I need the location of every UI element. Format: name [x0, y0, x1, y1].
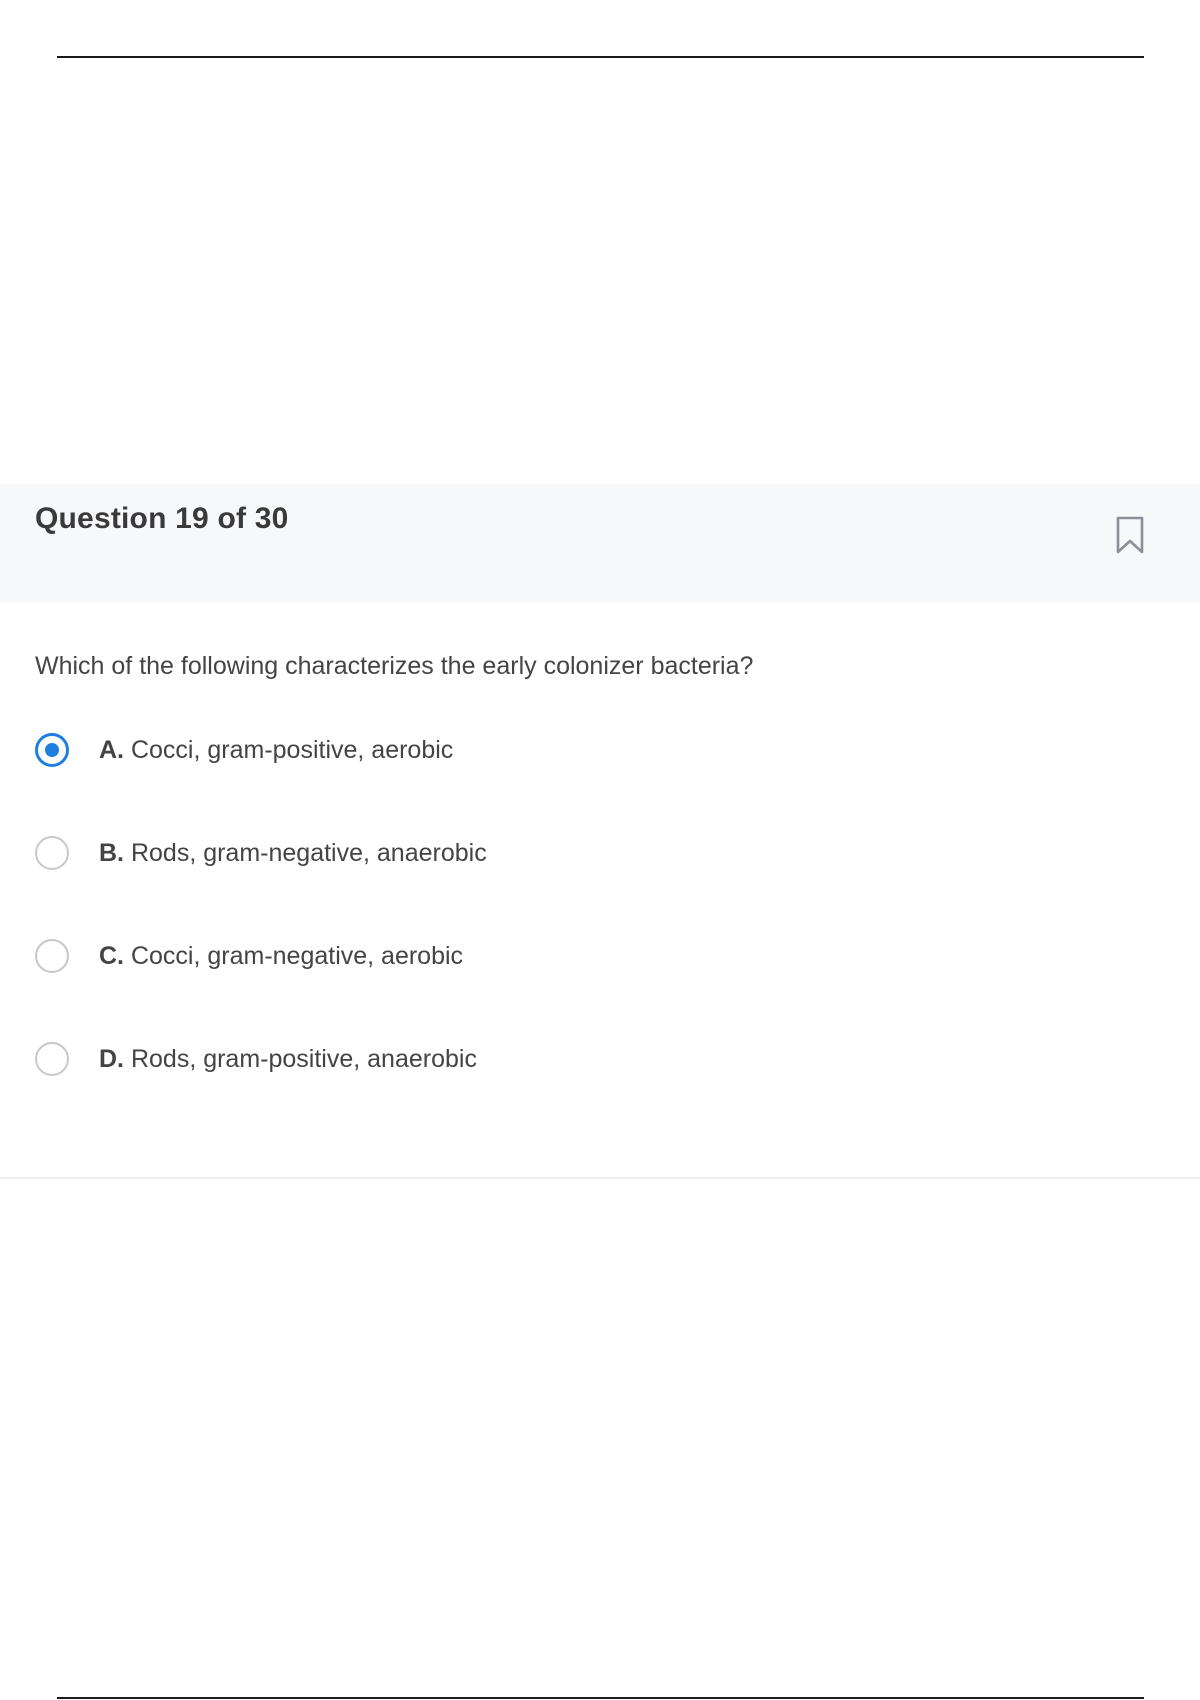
radio-option-d[interactable]	[35, 1042, 69, 1076]
question-body: Which of the following characterizes the…	[0, 602, 1200, 1179]
option-d-label: D. Rods, gram-positive, anaerobic	[99, 1045, 477, 1074]
option-a-text: Cocci, gram-positive, aerobic	[130, 735, 454, 764]
option-c-label: C. Cocci, gram-negative, aerobic	[99, 942, 463, 971]
radio-option-c[interactable]	[35, 939, 69, 973]
option-b-letter: B.	[99, 838, 124, 867]
bottom-divider	[57, 1697, 1144, 1699]
option-b[interactable]: B. Rods, gram-negative, anaerobic	[35, 833, 487, 873]
option-d-letter: D.	[99, 1044, 124, 1073]
radio-option-b[interactable]	[35, 836, 69, 870]
radio-option-a[interactable]	[35, 733, 69, 767]
option-b-label: B. Rods, gram-negative, anaerobic	[99, 839, 487, 868]
option-a[interactable]: A. Cocci, gram-positive, aerobic	[35, 730, 487, 770]
option-c-letter: C.	[99, 941, 124, 970]
option-a-letter: A.	[99, 735, 124, 764]
question-counter: Question 19 of 30	[35, 502, 289, 535]
question-header: Question 19 of 30	[0, 484, 1200, 602]
option-d[interactable]: D. Rods, gram-positive, anaerobic	[35, 1039, 487, 1079]
top-divider	[57, 56, 1144, 58]
option-b-text: Rods, gram-negative, anaerobic	[130, 838, 487, 867]
option-d-text: Rods, gram-positive, anaerobic	[130, 1044, 477, 1073]
answer-options: A. Cocci, gram-positive, aerobic B. Rods…	[35, 730, 487, 1142]
bookmark-icon[interactable]	[1114, 515, 1146, 555]
option-a-label: A. Cocci, gram-positive, aerobic	[99, 736, 453, 765]
question-text: Which of the following characterizes the…	[35, 652, 754, 680]
page: Question 19 of 30 Which of the following…	[0, 0, 1200, 1700]
option-c-text: Cocci, gram-negative, aerobic	[130, 941, 464, 970]
option-c[interactable]: C. Cocci, gram-negative, aerobic	[35, 936, 487, 976]
